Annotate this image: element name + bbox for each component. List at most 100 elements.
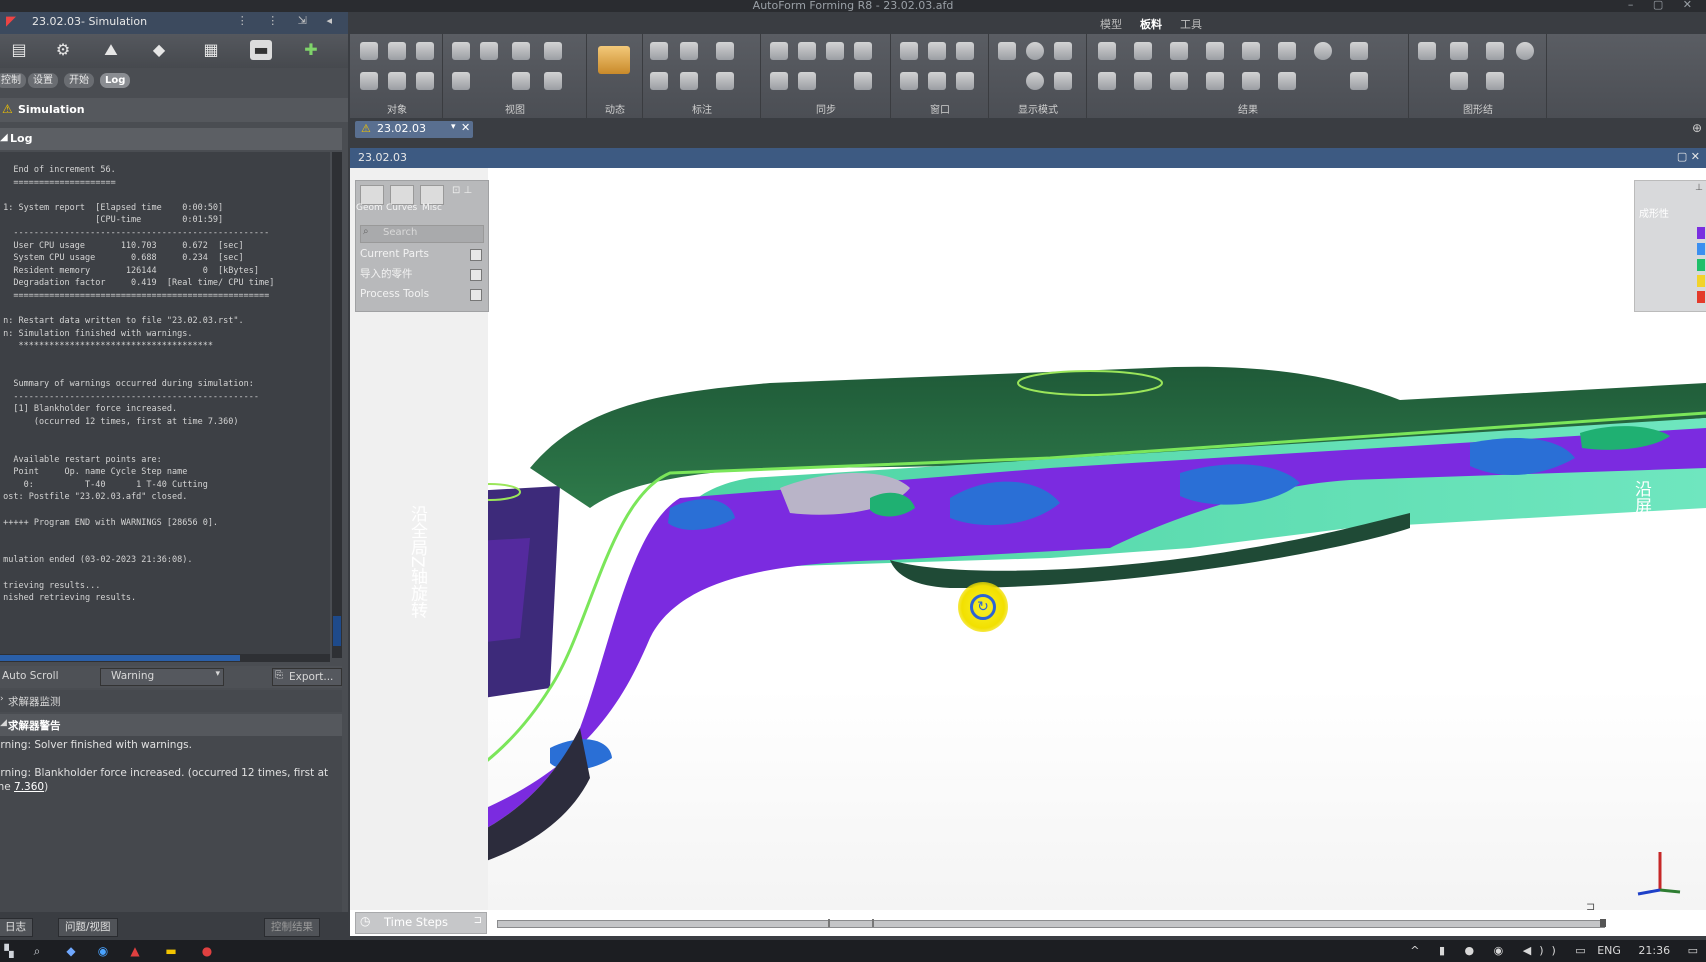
log-horizontal-scrollbar[interactable] [0, 654, 330, 662]
surface-icon[interactable] [388, 72, 406, 90]
filter-select[interactable]: Warning ▾ [100, 668, 224, 686]
misc-tab-label[interactable]: Misc [422, 203, 442, 213]
thickness-icon[interactable] [1134, 42, 1152, 60]
solver-warning-section[interactable]: ◢ 求解器警告 [0, 714, 342, 736]
split-window-icon[interactable] [928, 42, 946, 60]
visibility-checkbox[interactable] [470, 269, 482, 281]
warning-time-link[interactable]: 7.360 [14, 781, 44, 793]
pin-icon[interactable]: ⊐ [474, 915, 482, 926]
sphere-icon[interactable] [1026, 72, 1044, 90]
step-icon[interactable] [1486, 72, 1504, 90]
layout-icon[interactable] [956, 72, 974, 90]
tree-item-current-parts[interactable]: Current Parts [360, 245, 484, 263]
record-icon[interactable] [1516, 42, 1534, 60]
export-button[interactable]: ⎘ Export... [272, 668, 342, 686]
ribbon-tab-model[interactable]: 模型 [1100, 16, 1122, 32]
panel-controls-icon[interactable]: ⋮ ⋮ ⇲ ◂ [237, 14, 340, 27]
simulation-header[interactable]: ⚠ Simulation [0, 98, 348, 122]
simulation-icon[interactable]: ▬ [250, 40, 272, 60]
graph-icon[interactable] [1418, 42, 1436, 60]
wireframe-icon[interactable] [1054, 42, 1072, 60]
flow-icon[interactable] [1206, 72, 1224, 90]
layers-icon[interactable] [1350, 72, 1368, 90]
springback-icon[interactable] [1350, 42, 1368, 60]
tab-log-bottom[interactable]: 日志 [0, 918, 33, 937]
thinning-icon[interactable] [1170, 42, 1188, 60]
view-options-icon[interactable] [544, 72, 562, 90]
running-app-icon[interactable]: ● [200, 944, 214, 958]
tab-start[interactable]: 开始 [64, 73, 94, 88]
fit-view-icon[interactable] [452, 42, 470, 60]
clock-icon[interactable] [770, 72, 788, 90]
tree-icon[interactable] [826, 42, 844, 60]
search-icon[interactable]: ⌕ [30, 944, 44, 958]
sync-view-icon[interactable] [798, 72, 816, 90]
measure-icon[interactable] [680, 42, 698, 60]
tab-control[interactable]: 控制 [0, 73, 26, 88]
auto-scroll-toggle[interactable]: Auto Scroll [2, 670, 59, 682]
browser-icon[interactable]: ◉ [96, 944, 110, 958]
zoom-icon[interactable] [480, 42, 498, 60]
arrow-icon[interactable] [1278, 42, 1296, 60]
window-controls[interactable]: – ▢ ✕ [1628, 0, 1700, 11]
log-header[interactable]: ◢ Log [0, 128, 342, 150]
distribution-icon[interactable] [1170, 72, 1188, 90]
tab-control-results[interactable]: 控制结果 [264, 918, 320, 937]
label-icon[interactable] [650, 72, 668, 90]
process-icon[interactable]: ⚙ [52, 40, 74, 60]
time-steps-button[interactable]: ◷ Time Steps ⊐ [355, 912, 487, 934]
geom-tab-label[interactable]: Geom [356, 203, 383, 213]
search-input[interactable]: ⌕ Search [360, 225, 484, 243]
ribbon-tab-blank[interactable]: 板料 [1140, 16, 1162, 32]
frame-icon[interactable] [512, 72, 530, 90]
unlink-icon[interactable] [854, 72, 872, 90]
app-icon[interactable]: ◆ [64, 944, 78, 958]
single-window-icon[interactable] [900, 42, 918, 60]
result-select-icon[interactable] [1098, 42, 1116, 60]
tag-icon[interactable] [716, 72, 734, 90]
visibility-checkbox[interactable] [470, 249, 482, 261]
quad-window-icon[interactable] [928, 72, 946, 90]
rotate-icon[interactable] [512, 42, 530, 60]
tab-issues-view[interactable]: 问题/视图 [58, 918, 118, 937]
dashes-icon[interactable] [1242, 72, 1260, 90]
autoform-icon[interactable]: ▲ [128, 944, 142, 958]
animation-icon[interactable] [598, 46, 630, 74]
play-icon[interactable] [1486, 42, 1504, 60]
plane-icon[interactable] [360, 72, 378, 90]
distance-icon[interactable] [680, 72, 698, 90]
pointer-icon[interactable] [650, 42, 668, 60]
arrows-icon[interactable] [1098, 72, 1116, 90]
tree-item-process-tools[interactable]: Process Tools [360, 285, 484, 303]
section-icon[interactable] [452, 72, 470, 90]
die-icon[interactable]: ◆ [148, 40, 170, 60]
trim-icon[interactable] [1450, 42, 1468, 60]
geom-tab-icon[interactable] [360, 185, 384, 205]
folder-icon[interactable] [388, 42, 406, 60]
axis-icon[interactable] [1450, 72, 1468, 90]
pin-icon[interactable] [1134, 72, 1152, 90]
tab-log[interactable]: Log [100, 73, 131, 88]
misc-tab-icon[interactable] [420, 185, 444, 205]
windows-start-icon[interactable]: ▚ [2, 944, 16, 958]
cut-icon[interactable] [770, 42, 788, 60]
visibility-checkbox[interactable] [470, 289, 482, 301]
scrollbar-thumb[interactable] [0, 655, 240, 661]
mesh-icon[interactable] [998, 42, 1016, 60]
link-icon[interactable] [854, 42, 872, 60]
solid-icon[interactable] [416, 72, 434, 90]
split-horizontal-icon[interactable] [900, 72, 918, 90]
solver-monitor-section[interactable]: › 求解器监测 [0, 690, 342, 712]
slider-thumb[interactable] [1600, 919, 1606, 927]
transparency-icon[interactable] [1054, 72, 1072, 90]
part-icon[interactable] [416, 42, 434, 60]
ribbon-tab-tools[interactable]: 工具 [1180, 16, 1202, 32]
scrollbar-thumb[interactable] [333, 616, 341, 646]
window-controls[interactable]: ▢ ✕ [1677, 150, 1700, 163]
pin-icon[interactable]: ⊡ ⊥ [452, 185, 472, 196]
clock[interactable]: 21:36 [1638, 944, 1670, 957]
forming-icon[interactable]: ⛰ [100, 40, 122, 60]
add-icon[interactable]: ⊕ [1692, 121, 1702, 135]
close-icon[interactable]: ✕ [461, 121, 470, 134]
chevron-down-icon[interactable]: ▾ [451, 122, 456, 132]
